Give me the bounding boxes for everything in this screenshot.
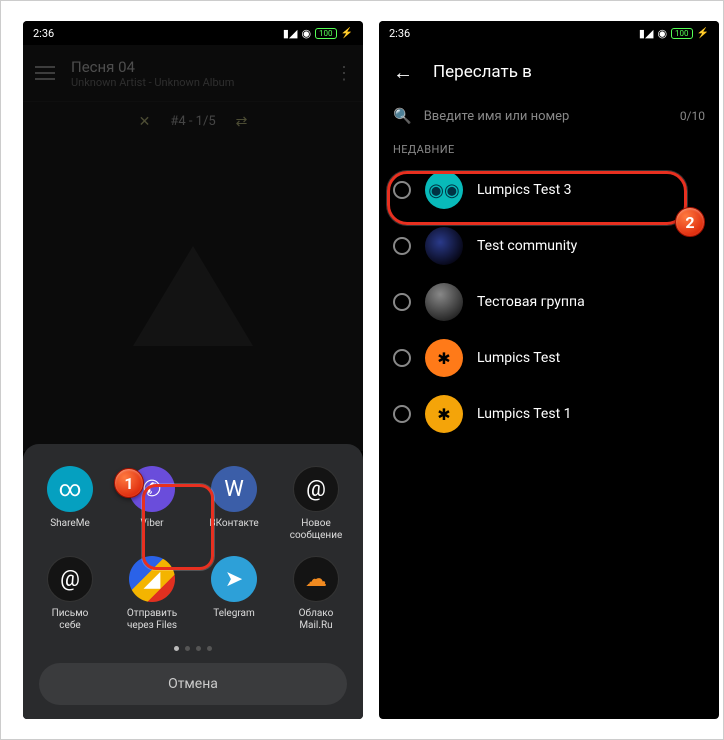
right-phone: 2:36 ▮◢ ◉ 100 ⚡ ← Переслать в 🔍 Введите … — [379, 21, 719, 719]
contact-name: Lumpics Test 1 — [477, 406, 572, 422]
radio-unchecked-icon[interactable] — [393, 181, 411, 199]
battery-icon: 100 — [671, 28, 693, 39]
pagination-dots[interactable] — [31, 646, 355, 651]
step-badge-2: 2 — [675, 207, 705, 237]
share-label: Viber — [140, 518, 163, 542]
share-label: Telegram — [213, 608, 255, 632]
share-label: ShareMe — [50, 518, 90, 542]
share-item-files[interactable]: ◢ Отправитьчерез Files — [113, 552, 191, 636]
share-grid: ∞ ShareMe ✆ Viber W ВКонтакте @ Новоесоо… — [31, 462, 355, 636]
contact-row[interactable]: ✱ Lumpics Test — [379, 330, 719, 386]
status-bar: 2:36 ▮◢ ◉ 100 ⚡ — [23, 21, 363, 45]
share-item-mail-new[interactable]: @ Новоесообщение — [277, 462, 355, 546]
status-time: 2:36 — [389, 27, 410, 40]
battery-icon: 100 — [315, 28, 337, 39]
avatar — [425, 227, 463, 265]
selection-counter: 0/10 — [680, 109, 705, 123]
mail-icon: @ — [293, 466, 339, 512]
avatar — [425, 283, 463, 321]
charge-icon: ⚡ — [341, 28, 353, 39]
search-icon: 🔍 — [393, 107, 412, 125]
search-input[interactable]: Введите имя или номер — [424, 109, 668, 124]
avatar: ✱ — [425, 395, 463, 433]
status-bar: 2:36 ▮◢ ◉ 100 ⚡ — [379, 21, 719, 45]
share-sheet: ∞ ShareMe ✆ Viber W ВКонтакте @ Новоесоо… — [23, 444, 363, 719]
charge-icon: ⚡ — [697, 28, 709, 39]
status-time: 2:36 — [33, 27, 54, 40]
contact-row[interactable]: Тестовая группа — [379, 274, 719, 330]
vk-icon: W — [211, 466, 257, 512]
share-item-vk[interactable]: W ВКонтакте — [195, 462, 273, 546]
contact-row[interactable]: ◉◉ Lumpics Test 3 — [379, 162, 719, 218]
telegram-icon: ➤ — [211, 556, 257, 602]
wifi-icon: ◉ — [657, 27, 667, 40]
radio-unchecked-icon[interactable] — [393, 293, 411, 311]
search-row[interactable]: 🔍 Введите имя или номер 0/10 — [379, 99, 719, 133]
share-label: Новоесообщение — [290, 518, 343, 542]
radio-unchecked-icon[interactable] — [393, 349, 411, 367]
contact-row[interactable]: Test community — [379, 218, 719, 274]
share-label: ОблакоMail.Ru — [299, 608, 334, 632]
cloud-icon: ☁ — [293, 556, 339, 602]
avatar: ◉◉ — [425, 171, 463, 209]
share-item-cloud[interactable]: ☁ ОблакоMail.Ru — [277, 552, 355, 636]
wifi-icon: ◉ — [301, 27, 311, 40]
cancel-button[interactable]: Отмена — [39, 663, 347, 705]
shareme-icon: ∞ — [47, 466, 93, 512]
share-item-mail-self[interactable]: @ Письмосебе — [31, 552, 109, 636]
contact-name: Lumpics Test 3 — [477, 182, 572, 198]
contact-row[interactable]: ✱ Lumpics Test 1 — [379, 386, 719, 442]
forward-title: Переслать в — [433, 62, 532, 82]
back-icon[interactable]: ← — [393, 60, 413, 85]
avatar: ✱ — [425, 339, 463, 377]
left-phone: 2:36 ▮◢ ◉ 100 ⚡ Песня 04 Unknown Artist … — [23, 21, 363, 719]
section-recent: НЕДАВНИЕ — [379, 133, 719, 162]
contact-name: Lumpics Test — [477, 350, 560, 366]
share-item-telegram[interactable]: ➤ Telegram — [195, 552, 273, 636]
radio-unchecked-icon[interactable] — [393, 237, 411, 255]
signal-icon: ▮◢ — [639, 27, 654, 40]
status-right: ▮◢ ◉ 100 ⚡ — [639, 27, 709, 40]
contact-name: Тестовая группа — [477, 294, 585, 310]
files-icon: ◢ — [129, 556, 175, 602]
radio-unchecked-icon[interactable] — [393, 405, 411, 423]
mail-self-icon: @ — [47, 556, 93, 602]
share-item-shareme[interactable]: ∞ ShareMe — [31, 462, 109, 546]
share-label: ВКонтакте — [209, 518, 258, 542]
forward-header: ← Переслать в — [379, 45, 719, 99]
step-badge-1: 1 — [114, 468, 144, 498]
contact-name: Test community — [477, 238, 577, 254]
share-label: Отправитьчерез Files — [127, 608, 177, 632]
share-label: Письмосебе — [52, 608, 89, 632]
signal-icon: ▮◢ — [283, 27, 298, 40]
status-right: ▮◢ ◉ 100 ⚡ — [283, 27, 353, 40]
